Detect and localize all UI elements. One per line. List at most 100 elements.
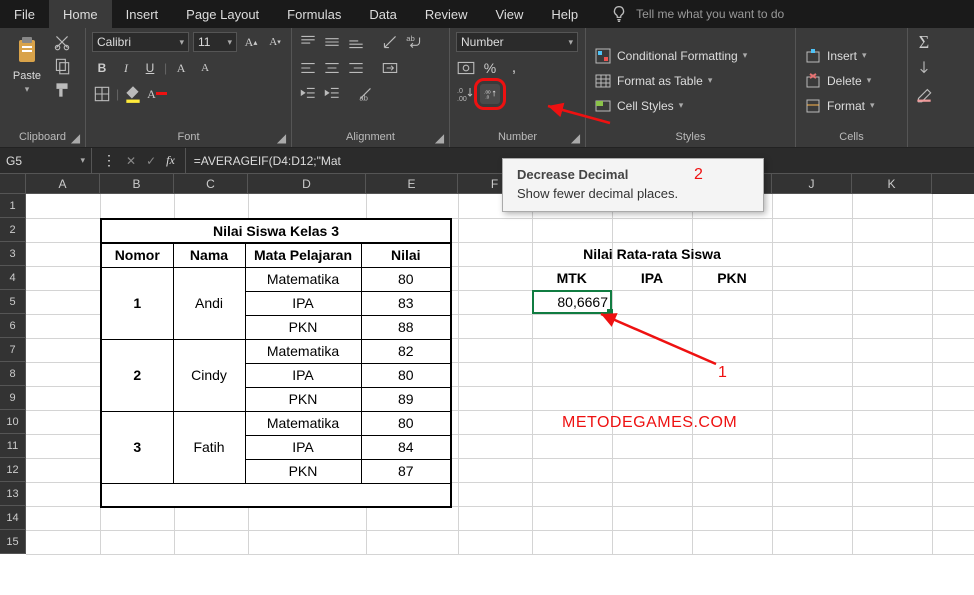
row-header-9[interactable]: 9 (0, 386, 26, 410)
row-header-15[interactable]: 15 (0, 530, 26, 554)
col-header-D[interactable]: D (248, 174, 366, 194)
row-header-5[interactable]: 5 (0, 290, 26, 314)
col-header-A[interactable]: A (26, 174, 100, 194)
format-cells-button[interactable]: Format▾ (802, 96, 877, 116)
borders-button[interactable] (92, 84, 112, 104)
clear-button[interactable] (914, 84, 934, 104)
autosum-button[interactable]: Σ (914, 32, 934, 52)
svg-text:ab: ab (406, 34, 415, 43)
wrap-text-button[interactable]: ab (404, 32, 424, 52)
percent-style-button[interactable]: % (480, 58, 500, 78)
svg-text:.0: .0 (485, 95, 489, 100)
cell-styles-button[interactable]: Cell Styles▾ (592, 96, 685, 116)
svg-text:.0: .0 (457, 88, 463, 95)
tab-insert[interactable]: Insert (112, 0, 173, 28)
svg-text:.00: .00 (457, 96, 467, 103)
insert-cells-button[interactable]: Insert▾ (802, 46, 869, 66)
row-header-10[interactable]: 10 (0, 410, 26, 434)
table-cell-name: Cindy (173, 339, 245, 411)
svg-text:.00: .00 (484, 89, 491, 94)
italic-button[interactable]: I (116, 58, 136, 78)
decrease-indent-button[interactable] (298, 84, 318, 104)
font-grow-icon[interactable]: A (171, 58, 191, 78)
font-launcher[interactable]: ◢ (275, 131, 288, 144)
paste-button[interactable]: Paste ▾ (6, 32, 48, 97)
bold-button[interactable]: B (92, 58, 112, 78)
cancel-formula-button[interactable]: ✕ (126, 154, 136, 168)
format-painter-button[interactable] (52, 80, 72, 100)
align-right-button[interactable] (346, 58, 366, 78)
align-bottom-button[interactable] (346, 32, 366, 52)
delete-cells-button[interactable]: Delete▾ (802, 71, 873, 91)
tab-page-layout[interactable]: Page Layout (172, 0, 273, 28)
row-header-4[interactable]: 4 (0, 266, 26, 290)
fill-button[interactable] (914, 58, 934, 78)
align-left-button[interactable] (298, 58, 318, 78)
number-launcher[interactable]: ◢ (569, 131, 582, 144)
comma-style-button[interactable]: , (504, 58, 524, 78)
row-header-13[interactable]: 13 (0, 482, 26, 506)
row-header-8[interactable]: 8 (0, 362, 26, 386)
font-size-select[interactable]: 11▾ (193, 32, 237, 52)
copy-button[interactable] (52, 56, 72, 76)
decrease-font-button[interactable]: A▾ (265, 32, 285, 52)
fx-icon[interactable]: fx (166, 153, 175, 168)
orientation-button[interactable] (380, 32, 400, 52)
underline-button[interactable]: U (140, 58, 160, 78)
col-header-mapel: Mata Pelajaran (245, 243, 361, 267)
conditional-formatting-button[interactable]: Conditional Formatting▾ (592, 46, 749, 66)
row-header-12[interactable]: 12 (0, 458, 26, 482)
row-header-2[interactable]: 2 (0, 218, 26, 242)
row-header-11[interactable]: 11 (0, 434, 26, 458)
name-box[interactable]: G5▾ (0, 148, 92, 173)
table-cell-subject: IPA (245, 435, 361, 459)
col-header-B[interactable]: B (100, 174, 174, 194)
cells-area[interactable]: Nilai Siswa Kelas 3 Nomor Nama Mata Pela… (26, 194, 974, 554)
clipboard-launcher[interactable]: ◢ (69, 131, 82, 144)
cut-button[interactable] (52, 32, 72, 52)
row-header-14[interactable]: 14 (0, 506, 26, 530)
number-format-select[interactable]: Number▾ (456, 32, 578, 52)
alignment-launcher[interactable]: ◢ (433, 131, 446, 144)
orientation-dropdown[interactable]: ab (356, 84, 376, 104)
tab-formulas[interactable]: Formulas (273, 0, 355, 28)
tab-home[interactable]: Home (49, 0, 112, 28)
increase-font-button[interactable]: A▴ (241, 32, 261, 52)
format-as-table-button[interactable]: Format as Table▾ (592, 71, 714, 91)
cell-styles-icon (594, 97, 612, 115)
tab-view[interactable]: View (481, 0, 537, 28)
tab-file[interactable]: File (0, 0, 49, 28)
svg-text:ab: ab (359, 94, 368, 103)
tell-me[interactable]: Tell me what you want to do (610, 0, 784, 28)
col-header-E[interactable]: E (366, 174, 458, 194)
align-middle-button[interactable] (322, 32, 342, 52)
table-icon (594, 72, 612, 90)
row-header-7[interactable]: 7 (0, 338, 26, 362)
col-header-C[interactable]: C (174, 174, 248, 194)
group-label-number: Number (456, 129, 579, 145)
accounting-format-button[interactable] (456, 58, 476, 78)
col-header-K[interactable]: K (852, 174, 932, 194)
tab-review[interactable]: Review (411, 0, 482, 28)
decrease-decimal-button[interactable]: .00.0 (480, 84, 500, 104)
align-center-button[interactable] (322, 58, 342, 78)
merge-center-button[interactable] (380, 58, 400, 78)
enter-formula-button[interactable]: ✓ (146, 154, 156, 168)
tab-data[interactable]: Data (355, 0, 410, 28)
increase-decimal-button[interactable]: .0.00 (456, 84, 476, 104)
select-all-corner[interactable] (0, 174, 26, 194)
tab-help[interactable]: Help (537, 0, 592, 28)
col-header-J[interactable]: J (772, 174, 852, 194)
group-label-styles: Styles (592, 129, 789, 145)
row-header-3[interactable]: 3 (0, 242, 26, 266)
row-header-6[interactable]: 6 (0, 314, 26, 338)
fill-color-button[interactable] (123, 84, 143, 104)
annotation-1: 1 (718, 364, 727, 382)
font-color-button[interactable]: A (147, 84, 167, 104)
align-top-button[interactable] (298, 32, 318, 52)
formula-tools-icon[interactable]: ⋮ (102, 152, 116, 169)
row-header-1[interactable]: 1 (0, 194, 26, 218)
font-family-select[interactable]: Calibri▾ (92, 32, 189, 52)
increase-indent-button[interactable] (322, 84, 342, 104)
font-shrink-icon[interactable]: A (195, 58, 215, 78)
